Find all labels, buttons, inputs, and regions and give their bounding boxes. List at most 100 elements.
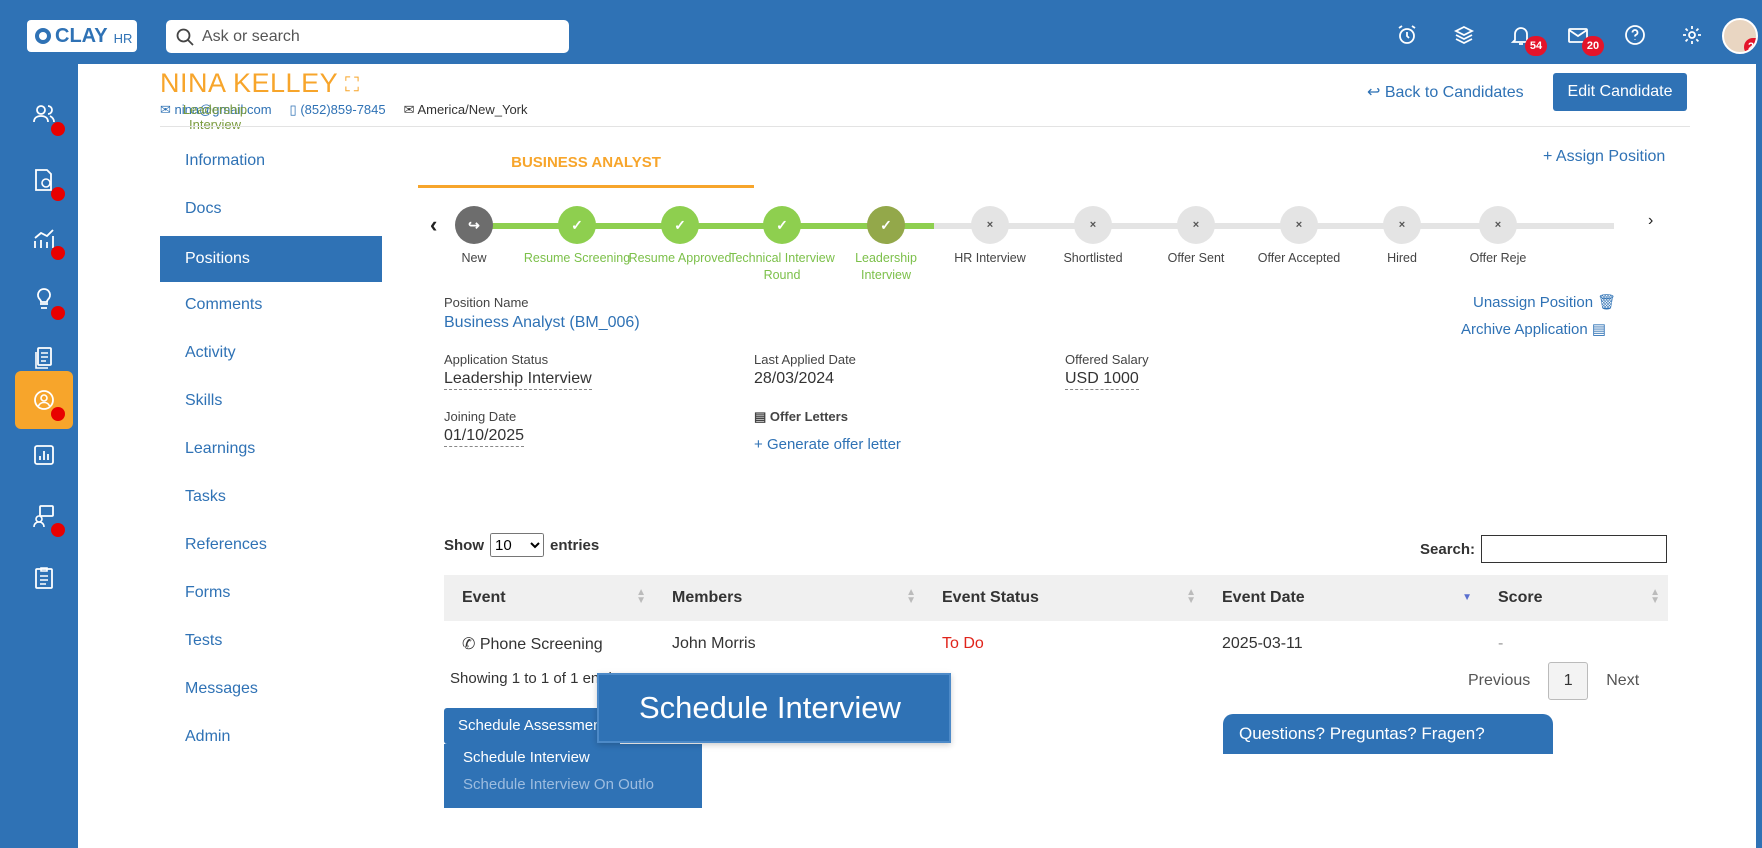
users-icon[interactable] <box>15 86 73 144</box>
events-table: Event ▲ ▼ Members ▲ ▼ Event Status ▲ ▼ Event D… <box>444 575 1668 667</box>
gear-icon[interactable] <box>1663 18 1720 52</box>
section-positions[interactable]: Positions <box>160 236 382 282</box>
table-search-label: Search: <box>1420 540 1476 558</box>
help-chat-widget[interactable]: Questions? Preguntas? Fragen? <box>1223 714 1553 754</box>
payroll-icon[interactable] <box>15 151 73 209</box>
clipboard-icon[interactable] <box>15 549 73 607</box>
notifications-badge: 54 <box>1525 36 1547 56</box>
recruitment-icon[interactable] <box>15 371 73 429</box>
pipeline-stage-technical-interview[interactable]: ✓ Technical Interview Round <box>727 202 837 284</box>
cross-icon: × <box>1177 206 1215 244</box>
section-tests[interactable]: Tests <box>160 620 382 668</box>
layers-icon[interactable] <box>1435 18 1492 52</box>
generate-offer-letter-link[interactable]: + Generate offer letter <box>754 436 901 453</box>
global-search[interactable] <box>166 20 569 53</box>
hiring-pipeline: ‹ ↪ New ✓ Resume Screening ✓ Resume Appr… <box>418 202 1653 284</box>
schedule-interview-tooltip: Schedule Interview <box>597 673 951 743</box>
pagination: Previous 1 Next <box>1468 662 1639 700</box>
offered-salary-label: Offered Salary <box>1065 352 1149 367</box>
brand-name: CLAY <box>55 24 108 47</box>
section-forms[interactable]: Forms <box>160 572 382 620</box>
application-status-label: Application Status <box>444 352 549 367</box>
table-row[interactable]: ✆ Phone Screening John Morris To Do 2025… <box>444 621 1668 667</box>
training-icon[interactable] <box>15 487 73 545</box>
pipeline-stage-leadership-interview[interactable]: ✓ Leadership Interview <box>831 202 941 284</box>
archive-application-link[interactable]: Archive Application ▤ <box>1461 320 1606 338</box>
pipeline-stage-resume-screening[interactable]: ✓ Resume Screening <box>522 202 632 267</box>
pipeline-stage-offer-accepted[interactable]: × Offer Accepted <box>1244 202 1354 267</box>
column-header-score[interactable]: Score ▲ ▼ <box>1480 575 1668 621</box>
report-icon[interactable] <box>15 426 73 484</box>
section-information[interactable]: Information <box>160 140 382 188</box>
stage-label: New <box>461 251 487 265</box>
back-arrow-icon: ↩ <box>1367 84 1381 101</box>
messages-badge: 20 <box>1582 36 1604 56</box>
pipeline-stage-hr-interview[interactable]: × HR Interview <box>935 202 1045 267</box>
pipeline-stage-new[interactable]: ↪ New <box>419 202 529 267</box>
messages-mail-icon[interactable]: 20 <box>1549 18 1606 56</box>
user-avatar[interactable]: 27 <box>1722 18 1758 54</box>
position-name-link[interactable]: Business Analyst (BM_006) <box>444 314 640 332</box>
candidate-name: NINA KELLEY <box>160 68 339 98</box>
application-status-value[interactable]: Leadership Interview <box>444 370 592 390</box>
schedule-assessment-button[interactable]: Schedule Assessment <box>444 708 620 744</box>
schedule-interview-menu-item[interactable]: Schedule Interview <box>444 744 702 771</box>
section-admin[interactable]: Admin <box>160 716 382 764</box>
notification-dot <box>51 122 65 136</box>
alarm-clock-icon[interactable] <box>1378 18 1435 52</box>
event-date-cell: 2025-03-11 <box>1222 635 1303 652</box>
pipeline-stage-resume-approved[interactable]: ✓ Resume Approved <box>625 202 735 267</box>
column-header-members[interactable]: Members ▲ ▼ <box>654 575 924 621</box>
next-page-button[interactable]: Next <box>1606 672 1639 690</box>
joining-date-value[interactable]: 01/10/2025 <box>444 427 525 447</box>
pipeline-scroll-right-icon[interactable]: › <box>1648 212 1653 230</box>
offered-salary-value[interactable]: USD 1000 <box>1065 370 1139 390</box>
pipeline-stage-offer-rejected[interactable]: × Offer Reje <box>1450 202 1546 267</box>
check-icon: ✓ <box>867 206 905 244</box>
edit-candidate-button[interactable]: Edit Candidate <box>1553 73 1687 111</box>
event-cell: ✆ Phone Screening <box>444 621 654 667</box>
column-header-event-date[interactable]: Event Date ▼ <box>1204 575 1480 621</box>
growth-chart-icon[interactable] <box>15 210 73 268</box>
stage-label: Leadership Interview <box>855 251 917 282</box>
unassign-position-link[interactable]: Unassign Position 🗑 <box>1473 293 1616 311</box>
assign-position-link[interactable]: + Assign Position <box>1543 148 1665 166</box>
clayhr-logo[interactable]: CLAY HR <box>27 20 137 52</box>
page-1-button[interactable]: 1 <box>1548 662 1589 700</box>
cross-icon: × <box>1074 206 1112 244</box>
back-to-candidates-link[interactable]: ↩ Back to Candidates <box>1367 82 1524 102</box>
previous-page-button[interactable]: Previous <box>1468 672 1530 690</box>
section-tasks[interactable]: Tasks <box>160 476 382 524</box>
section-skills[interactable]: Skills <box>160 380 382 428</box>
pipeline-stage-offer-sent[interactable]: × Offer Sent <box>1141 202 1251 267</box>
section-docs[interactable]: Docs <box>160 188 382 236</box>
section-learnings[interactable]: Learnings <box>160 428 382 476</box>
column-header-event-status[interactable]: Event Status ▲ ▼ <box>924 575 1204 621</box>
section-activity[interactable]: Activity <box>160 332 382 380</box>
column-header-event[interactable]: Event ▲ ▼ <box>444 575 654 621</box>
archive-application-label: Archive Application <box>1461 321 1588 338</box>
stage-label: HR Interview <box>954 251 1026 265</box>
schedule-interview-outlook-menu-item[interactable]: Schedule Interview On Outlo <box>444 771 702 798</box>
position-tab[interactable]: BUSINESS ANALYST <box>418 146 754 188</box>
notifications-bell-icon[interactable]: 54 <box>1492 18 1549 56</box>
section-references[interactable]: References <box>160 524 382 572</box>
stage-label: Offer Accepted <box>1257 251 1341 265</box>
expand-icon[interactable]: ⛶ <box>345 74 359 97</box>
section-messages[interactable]: Messages <box>160 668 382 716</box>
sort-icon: ▲ ▼ <box>1650 587 1660 606</box>
pipeline-stage-shortlisted[interactable]: × Shortlisted <box>1038 202 1148 267</box>
table-header-row: Event ▲ ▼ Members ▲ ▼ Event Status ▲ ▼ Event D… <box>444 575 1668 621</box>
section-comments[interactable]: Comments <box>160 284 382 332</box>
candidate-phone[interactable]: ▯ (852)859-7845 <box>290 102 386 118</box>
idea-icon[interactable] <box>15 270 73 328</box>
last-applied-value: 28/03/2024 <box>754 370 835 387</box>
table-search-input[interactable] <box>1481 535 1668 563</box>
trash-icon: 🗑 <box>1597 294 1617 311</box>
notification-dot <box>51 306 65 320</box>
phone-call-icon: ✆ <box>462 636 476 653</box>
search-input[interactable] <box>202 27 542 46</box>
pipeline-stage-hired[interactable]: × Hired <box>1347 202 1457 267</box>
help-icon[interactable] <box>1606 18 1663 52</box>
entries-per-page-select[interactable]: 10 <box>490 533 544 557</box>
